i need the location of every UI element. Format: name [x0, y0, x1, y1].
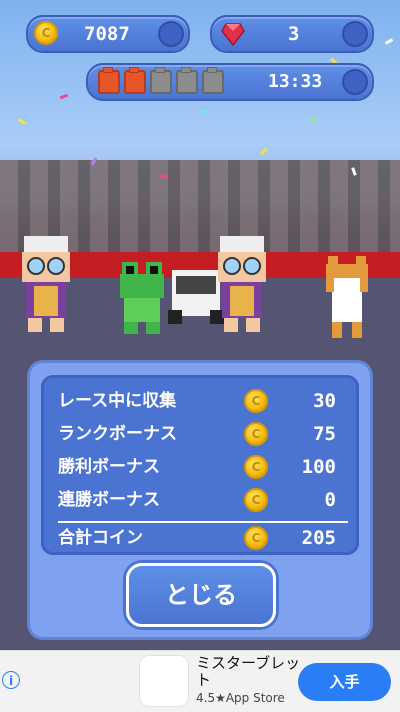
fuel-can-empty-icon	[202, 67, 224, 94]
result-value: 100	[301, 456, 336, 478]
coin-icon	[244, 526, 268, 550]
confetti	[59, 93, 69, 100]
results-table: レース中に収集 30 ランクボーナス 75 勝利ボーナス 100 連勝ボーナス …	[41, 375, 359, 555]
fuel-can-icon	[124, 67, 146, 94]
total-label: 合計コイン	[58, 528, 143, 548]
coin-count: 7087	[84, 23, 130, 45]
result-label: 勝利ボーナス	[58, 457, 160, 477]
coin-icon	[244, 422, 268, 446]
coin-counter: 7087	[26, 15, 190, 53]
coin-icon	[244, 488, 268, 512]
coin-icon	[34, 21, 58, 45]
result-value: 0	[324, 489, 336, 511]
add-fuel-button[interactable]	[342, 69, 368, 95]
coin-icon	[244, 455, 268, 479]
result-label: 連勝ボーナス	[58, 490, 160, 510]
confetti	[309, 116, 319, 123]
result-value: 75	[313, 423, 336, 445]
gem-icon	[220, 21, 246, 47]
get-button[interactable]: 入手	[298, 663, 391, 701]
fuel-meter: 13:33	[86, 63, 374, 101]
fuel-can-icon	[98, 67, 120, 94]
ad-title: ミスターブレッ ト	[196, 654, 301, 689]
result-row: ランクボーナス 75	[58, 419, 348, 449]
total-value: 205	[301, 527, 336, 549]
fuel-cans	[98, 67, 228, 98]
ad-banner[interactable]: i ミスターブレッ ト 4.5★App Store 入手	[0, 650, 400, 712]
coin-icon	[244, 389, 268, 413]
result-label: ランクボーナス	[58, 424, 177, 444]
confetti	[259, 147, 269, 156]
total-row: 合計コイン 205	[58, 523, 348, 553]
close-button[interactable]: とじる	[126, 563, 276, 627]
add-coins-button[interactable]	[158, 21, 184, 47]
confetti	[199, 109, 209, 114]
info-icon[interactable]: i	[2, 671, 20, 689]
gem-counter: 3	[210, 15, 374, 53]
add-gems-button[interactable]	[342, 21, 368, 47]
results-panel: レース中に収集 30 ランクボーナス 75 勝利ボーナス 100 連勝ボーナス …	[27, 360, 373, 640]
confetti	[384, 38, 394, 45]
fuel-timer: 13:33	[268, 71, 323, 92]
granny-character	[16, 236, 78, 340]
fuel-can-empty-icon	[176, 67, 198, 94]
result-label: レース中に収集	[58, 391, 177, 411]
result-value: 30	[313, 390, 336, 412]
gem-count: 3	[288, 23, 300, 45]
shiba-dog-character	[322, 256, 372, 344]
app-icon	[139, 655, 189, 707]
frog-character	[116, 262, 168, 340]
confetti	[17, 118, 27, 125]
ad-subtitle: 4.5★App Store	[196, 691, 285, 705]
result-row: レース中に収集 30	[58, 386, 348, 416]
fuel-can-empty-icon	[150, 67, 172, 94]
granny-character	[212, 236, 274, 340]
result-row: 勝利ボーナス 100	[58, 452, 348, 482]
result-row: 連勝ボーナス 0	[58, 485, 348, 515]
